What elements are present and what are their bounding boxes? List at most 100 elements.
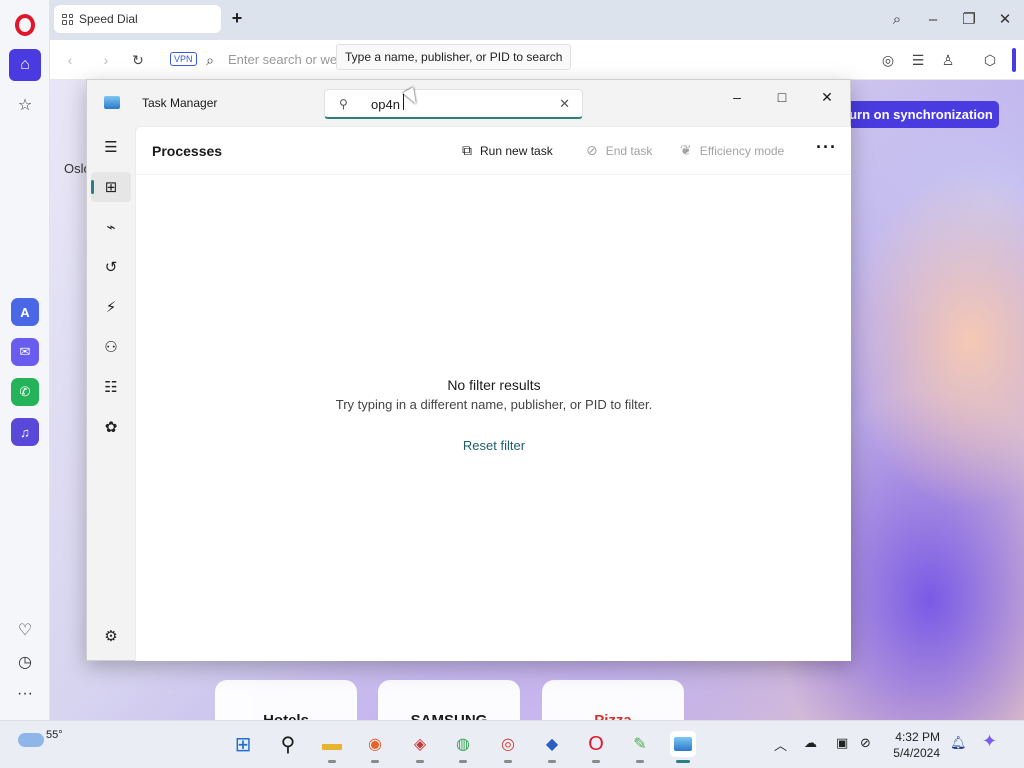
file-explorer-icon[interactable]: ▬ [319,731,345,763]
tab-speed-dial[interactable]: Speed Dial [54,5,221,33]
end-task-label: End task [605,143,653,158]
player-icon[interactable]: ♫ [11,418,39,446]
aria-icon[interactable]: A [11,298,39,326]
tab-bar: Speed Dial + ⌕ – ❐ ✕ [50,0,1024,40]
run-new-task-button[interactable]: ⧉ Run new task [462,142,553,159]
tm-nav: ☰ ⊞ ⌁ ↺ ⚡ ⚇ ☷ ✿ ⚙ [87,126,135,661]
opera-sidebar: ⌂ ☆ A ✉ ✆ ♫ ♡ ◷ ··· [0,0,50,720]
restore-button[interactable]: ❐ [958,8,980,30]
taskbar: 55° ⊞ ⚲ ▬ ◉ ◈ ◍ ◎ ◆ O ✎ ︿ ☁ ▣ ⊘ 4:32 PM … [0,720,1024,768]
sidebar-toggle[interactable] [1012,48,1016,72]
easy-setup-icon[interactable]: ☰ [908,51,928,69]
search-icon: ⚲ [339,97,348,111]
clear-icon[interactable]: ✕ [559,96,570,112]
ccleaner-icon[interactable]: ◈ [407,731,433,763]
app-history-icon[interactable]: ↺ [91,252,131,282]
users-icon[interactable]: ⚇ [91,332,131,362]
performance-icon[interactable]: ⌁ [91,212,131,242]
firefox-icon[interactable]: ◉ [362,731,388,763]
leaf-icon: ❦ [680,142,692,158]
speed-dial-icon [62,13,73,25]
notepad-icon[interactable]: ✎ [627,731,653,763]
processes-icon[interactable]: ⊞ [91,172,131,202]
tm-titlebar: Task Manager ⚲ op4n ✕ – □ ✕ [87,80,850,126]
opera-logo-icon[interactable] [15,14,35,36]
task-manager-icon [104,96,120,109]
copilot-icon[interactable]: ✦ [982,731,997,752]
empty-hint: Try typing in a different name, publishe… [335,397,653,412]
opera-icon[interactable]: O [583,731,609,763]
search-icon: ⌕ [206,51,214,68]
reload-icon[interactable]: ↻ [128,51,148,69]
app-icon[interactable]: ◆ [539,731,565,763]
forward-icon[interactable]: › [96,51,116,69]
speed-dial-tile[interactable]: SAMSUNG [378,680,520,720]
tm-search-field[interactable]: ⚲ op4n ✕ [324,89,583,119]
heart-icon[interactable]: ♡ [9,614,41,646]
back-icon[interactable]: ‹ [60,51,80,69]
tm-toolbar: Processes ⧉ Run new task ⊘ End task ❦ Ef… [136,127,851,175]
star-icon[interactable]: ☆ [9,89,41,121]
efficiency-mode-button[interactable]: ❦ Efficiency mode [680,142,784,159]
speed-dial-label: Pizza [542,712,684,720]
chevron-up-icon[interactable]: ︿ [774,735,787,754]
services-icon[interactable]: ✿ [91,412,131,442]
run-task-icon: ⧉ [462,142,472,158]
whatsapp-icon[interactable]: ✆ [11,378,39,406]
speed-dial-tile[interactable]: Pizza [542,680,684,720]
history-icon[interactable]: ◷ [9,646,41,678]
speed-dial-label: Hotels [215,712,357,720]
hamburger-icon[interactable]: ☰ [91,132,131,162]
sync-button[interactable]: Turn on synchronization [836,101,999,128]
vpn-badge[interactable]: VPN [170,52,197,66]
time: 4:32 PM [895,730,940,744]
tm-search-input[interactable]: op4n [371,97,400,112]
search-tooltip: Type a name, publisher, or PID to search [336,44,572,70]
tm-close-button[interactable]: ✕ [809,84,845,110]
chrome-icon[interactable]: ◍ [450,731,476,763]
end-task-button[interactable]: ⊘ End task [586,142,652,159]
app-icon[interactable]: ◎ [495,731,521,763]
close-button[interactable]: ✕ [994,8,1016,30]
search-icon[interactable]: ⚲ [275,731,301,757]
cloud-icon [18,733,44,747]
settings-icon[interactable]: ⚙ [91,621,131,651]
empty-title: No filter results [447,377,541,393]
more-icon[interactable]: ··· [9,678,41,710]
efficiency-mode-label: Efficiency mode [699,143,785,158]
extensions-icon[interactable]: ⬡ [980,51,1000,69]
more-options-button[interactable]: ··· [816,137,837,158]
empty-state: No filter results Try typing in a differ… [136,377,852,453]
tab-title: Speed Dial [79,12,138,26]
tm-content: Processes ⧉ Run new task ⊘ End task ❦ Ef… [135,126,851,661]
temperature: 55° [46,729,63,741]
startup-apps-icon[interactable]: ⚡ [91,292,131,322]
display-icon[interactable]: ▣ [836,735,848,751]
tm-maximize-button[interactable]: □ [764,84,800,110]
task-manager-window: Task Manager ⚲ op4n ✕ – □ ✕ ☰ ⊞ ⌁ ↺ ⚡ ⚇ … [86,79,851,661]
run-new-task-label: Run new task [480,143,553,158]
weather-widget[interactable]: 55° [18,729,63,747]
details-icon[interactable]: ☷ [91,372,131,402]
start-icon[interactable]: ⊞ [230,731,256,757]
speed-dial-tile[interactable]: Hotels [215,680,357,720]
bell-icon[interactable]: 🔔︎ [950,735,967,751]
messenger-icon[interactable]: ✉ [11,338,39,366]
new-tab-button[interactable]: + [228,9,246,27]
minimize-button[interactable]: – [922,8,944,30]
speed-dial-label: SAMSUNG [378,712,520,720]
page-title: Processes [152,143,223,159]
search-tabs-icon[interactable]: ⌕ [886,8,908,30]
reset-filter-link[interactable]: Reset filter [463,438,525,453]
date: 5/4/2024 [893,746,940,760]
onedrive-icon[interactable]: ☁ [804,735,817,751]
camera-icon[interactable]: ◎ [878,51,898,69]
address-input[interactable]: Enter search or web [228,52,348,67]
clock[interactable]: 4:32 PM 5/4/2024 [884,729,940,761]
task-manager-icon[interactable] [670,731,696,763]
tm-minimize-button[interactable]: – [719,84,755,110]
end-task-icon: ⊘ [586,142,598,158]
network-icon[interactable]: ⊘ [860,735,871,751]
home-icon[interactable]: ⌂ [9,49,41,81]
profile-icon[interactable]: ♙ [938,51,958,69]
